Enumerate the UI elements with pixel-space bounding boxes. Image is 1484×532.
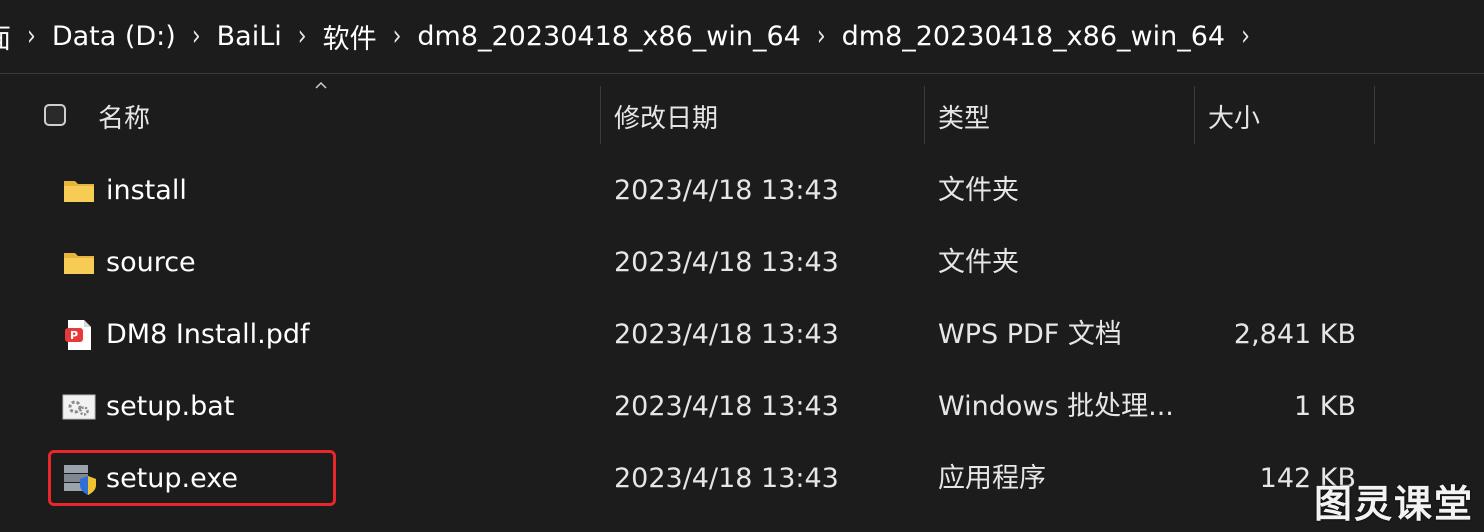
file-row-install[interactable]: install 2023/4/18 13:43 文件夹 bbox=[0, 156, 1484, 228]
file-type: Windows 批处理... bbox=[938, 391, 1174, 422]
select-all-checkbox[interactable] bbox=[44, 104, 66, 126]
chevron-right-icon[interactable]: › bbox=[298, 20, 307, 53]
column-header-date[interactable]: 修改日期 bbox=[614, 98, 718, 135]
column-divider[interactable] bbox=[924, 86, 925, 144]
breadcrumb-item-dm8-parent[interactable]: dm8_20230418_x86_win_64 bbox=[417, 21, 800, 52]
batch-file-icon bbox=[62, 394, 96, 420]
file-size: 2,841 KB bbox=[1233, 319, 1356, 350]
file-size: 1 KB bbox=[1294, 391, 1356, 422]
pdf-icon: P bbox=[65, 320, 91, 350]
file-date: 2023/4/18 13:43 bbox=[614, 391, 839, 422]
file-name: install bbox=[106, 175, 187, 206]
column-divider[interactable] bbox=[1374, 86, 1375, 144]
file-date: 2023/4/18 13:43 bbox=[614, 463, 839, 494]
breadcrumb-item-drive[interactable]: Data (D:) bbox=[52, 21, 176, 52]
column-header bbox=[0, 74, 1484, 158]
file-date: 2023/4/18 13:43 bbox=[614, 175, 839, 206]
column-divider[interactable] bbox=[1194, 86, 1195, 144]
file-type: 文件夹 bbox=[938, 247, 1019, 278]
file-date: 2023/4/18 13:43 bbox=[614, 319, 839, 350]
breadcrumb-item-truncated[interactable]: 面 bbox=[0, 17, 11, 56]
folder-icon bbox=[64, 253, 94, 274]
chevron-right-icon[interactable]: › bbox=[27, 20, 36, 53]
column-header-size[interactable]: 大小 bbox=[1208, 98, 1260, 135]
file-date: 2023/4/18 13:43 bbox=[614, 247, 839, 278]
column-divider[interactable] bbox=[600, 86, 601, 144]
chevron-right-icon[interactable]: › bbox=[817, 20, 826, 53]
breadcrumb-item-dm8-current[interactable]: dm8_20230418_x86_win_64 bbox=[842, 21, 1225, 52]
file-type: 应用程序 bbox=[938, 463, 1046, 494]
highlight-box bbox=[48, 450, 336, 506]
chevron-right-icon[interactable]: › bbox=[393, 20, 402, 53]
breadcrumb: 面 › Data (D:) › BaiLi › 软件 › dm8_2023041… bbox=[0, 0, 1484, 72]
chevron-right-icon[interactable]: › bbox=[192, 20, 201, 53]
file-type: 文件夹 bbox=[938, 175, 1019, 206]
file-name: source bbox=[106, 247, 196, 278]
column-header-type[interactable]: 类型 bbox=[938, 98, 990, 135]
column-header-name[interactable]: 名称 bbox=[98, 98, 150, 135]
file-row-pdf[interactable]: P DM8 Install.pdf 2023/4/18 13:43 WPS PD… bbox=[0, 300, 1484, 372]
folder-icon bbox=[64, 181, 94, 202]
svg-text:P: P bbox=[70, 329, 78, 342]
breadcrumb-item-software[interactable]: 软件 bbox=[323, 17, 377, 56]
file-name: DM8 Install.pdf bbox=[106, 319, 310, 350]
file-name: setup.bat bbox=[106, 391, 235, 422]
sort-ascending-icon bbox=[315, 81, 327, 89]
watermark: 图灵课堂 bbox=[1313, 482, 1474, 526]
file-row-source[interactable]: source 2023/4/18 13:43 文件夹 bbox=[0, 228, 1484, 300]
file-type: WPS PDF 文档 bbox=[938, 319, 1122, 350]
breadcrumb-item-baili[interactable]: BaiLi bbox=[217, 21, 282, 52]
chevron-right-icon[interactable]: › bbox=[1241, 20, 1250, 53]
file-row-bat[interactable]: setup.bat 2023/4/18 13:43 Windows 批处理...… bbox=[0, 372, 1484, 444]
